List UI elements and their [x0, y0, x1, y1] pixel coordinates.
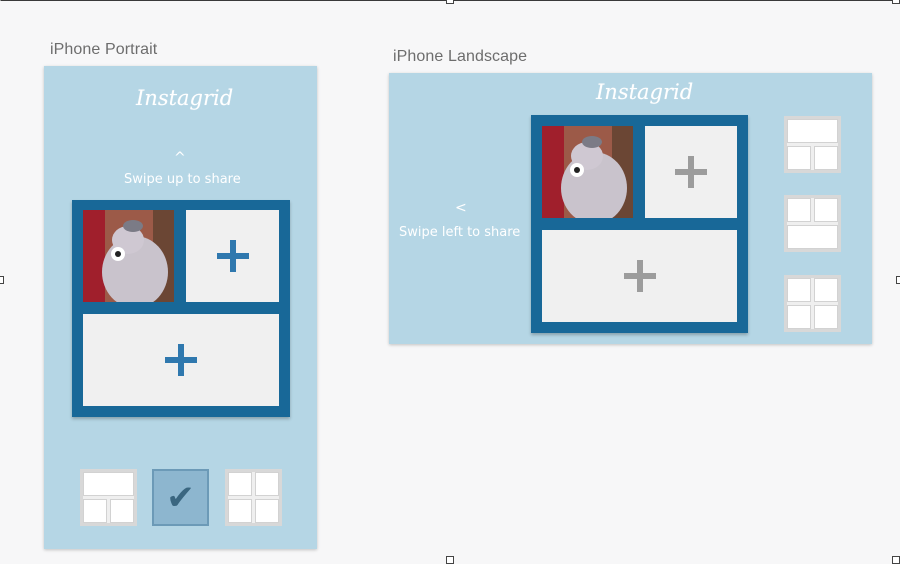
photo-cell[interactable] — [542, 126, 633, 218]
photo-image — [542, 126, 633, 218]
layout-pane — [787, 146, 811, 170]
layout-pane — [814, 146, 838, 170]
swipe-instruction[interactable]: Swipe left to share — [399, 225, 520, 240]
add-photo-cell[interactable] — [83, 314, 279, 406]
selection-handle[interactable] — [892, 556, 900, 564]
photo-grid — [531, 115, 748, 333]
layout-pane — [787, 278, 811, 302]
layout-pane — [255, 472, 279, 496]
artboard-label-landscape[interactable]: iPhone Landscape — [393, 48, 527, 66]
layout-pane — [787, 225, 838, 249]
add-photo-cell[interactable] — [186, 210, 279, 302]
layout-pane — [255, 499, 279, 523]
layout-pane — [814, 278, 838, 302]
layout-pane — [83, 472, 134, 496]
add-photo-cell[interactable] — [542, 230, 737, 322]
layout-button-1[interactable] — [80, 469, 137, 526]
app-title: Instagrid — [136, 86, 234, 110]
layout-button-2[interactable] — [784, 195, 841, 252]
artboard-label-portrait[interactable]: iPhone Portrait — [50, 41, 157, 59]
artboard-landscape[interactable]: Instagrid < Swipe left to share — [389, 73, 872, 344]
selection-handle[interactable] — [446, 0, 454, 4]
swipe-left-arrow-icon: < — [455, 200, 467, 216]
layout-button-1[interactable] — [784, 116, 841, 173]
layout-button-2[interactable]: ✔ — [152, 469, 209, 526]
plus-icon — [216, 240, 249, 272]
photo-image — [83, 210, 174, 302]
app-title: Instagrid — [596, 80, 694, 104]
plus-icon — [675, 156, 707, 188]
layout-pane — [110, 499, 134, 523]
layout-button-3[interactable] — [784, 275, 841, 332]
checkmark-icon: ✔ — [166, 477, 195, 518]
plus-icon — [165, 344, 197, 376]
layout-pane — [787, 198, 811, 222]
selection-handle[interactable] — [896, 276, 900, 284]
layout-pane — [83, 499, 107, 523]
layout-pane — [228, 472, 252, 496]
selection-handle[interactable] — [0, 276, 4, 284]
selection-handle[interactable] — [892, 0, 900, 4]
selection-handle[interactable] — [446, 556, 454, 564]
photo-grid — [72, 200, 290, 417]
layout-button-3[interactable] — [225, 469, 282, 526]
layout-pane — [814, 198, 838, 222]
swipe-instruction[interactable]: Swipe up to share — [124, 172, 241, 187]
add-photo-cell[interactable] — [645, 126, 737, 218]
layout-pane — [814, 305, 838, 329]
layout-pane — [787, 305, 811, 329]
swipe-up-arrow-icon: ^ — [174, 150, 186, 166]
plus-icon — [623, 260, 656, 292]
artboard-portrait[interactable]: Instagrid ^ Swipe up to share ✔ — [44, 66, 317, 549]
layout-pane — [787, 119, 838, 143]
photo-cell[interactable] — [83, 210, 174, 302]
layout-pane — [228, 499, 252, 523]
